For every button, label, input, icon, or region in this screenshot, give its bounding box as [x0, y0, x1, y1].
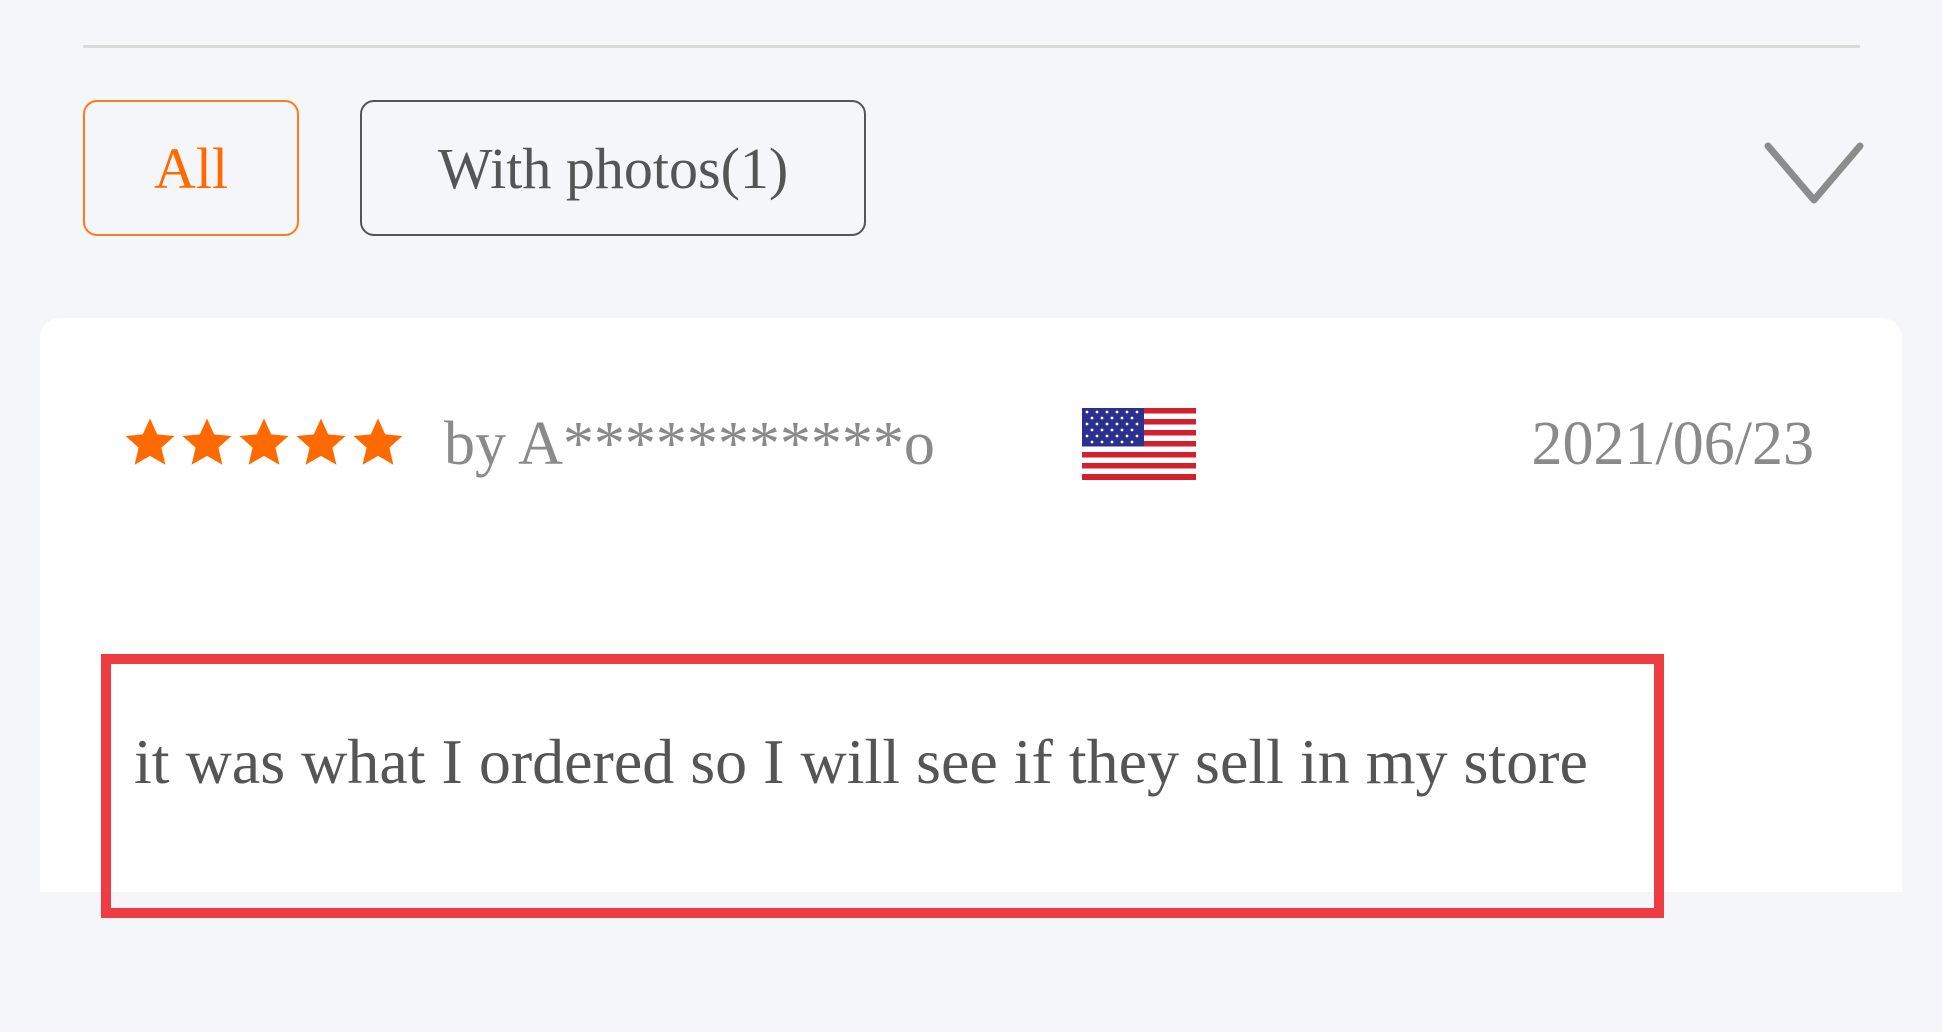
filter-all-label: All [153, 135, 229, 201]
star-icon [239, 418, 289, 465]
star-icon [182, 418, 232, 465]
filter-all-button[interactable]: All [83, 100, 299, 236]
review-date: 2021/06/23 [1531, 410, 1814, 478]
filter-with-photos-label: With photos(1) [437, 135, 789, 201]
top-divider [83, 45, 1860, 48]
star-icon [125, 418, 175, 465]
star-icon [296, 418, 346, 465]
star-rating [122, 415, 406, 471]
chevron-down-icon[interactable] [1762, 138, 1866, 214]
reviewer-name: by A***********o [444, 410, 935, 478]
review-text: it was what I ordered so I will see if t… [134, 726, 1588, 797]
us-flag-icon [1082, 408, 1196, 480]
star-icon [353, 418, 403, 465]
filter-with-photos-button[interactable]: With photos(1) [360, 100, 866, 236]
